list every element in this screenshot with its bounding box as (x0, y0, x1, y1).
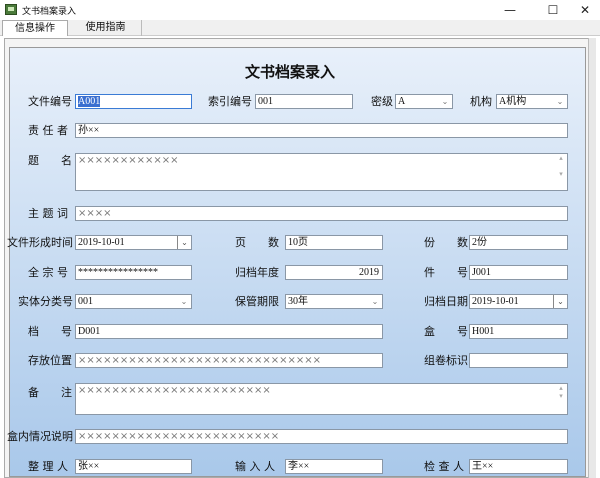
retention-select[interactable]: 30年 ⌄ (285, 294, 383, 309)
secret-select[interactable]: A ⌄ (395, 94, 453, 109)
textarea-scrollbar[interactable]: ▴ ▾ (555, 384, 567, 414)
pages-input[interactable]: 10页 (285, 235, 383, 250)
box-no-input[interactable]: H001 (469, 324, 568, 339)
chevron-down-icon[interactable]: ⌄ (438, 95, 452, 108)
subject-input[interactable]: ×××× (75, 206, 568, 221)
org-select[interactable]: A机构 ⌄ (496, 94, 568, 109)
maximize-button[interactable]: ☐ (538, 0, 568, 20)
archive-date-picker[interactable]: 2019-10-01 ⌄ (469, 294, 568, 309)
entity-class-select[interactable]: 001 ⌄ (75, 294, 192, 309)
volume-id-input[interactable] (469, 353, 568, 368)
entity-class-label: 实体分类号 (18, 295, 73, 308)
chevron-down-icon[interactable]: ⌄ (368, 295, 382, 308)
inputter-input[interactable]: 李×× (285, 459, 383, 474)
file-no-label: 文件编号 (28, 95, 72, 108)
remarks-label: 备 注 (28, 386, 72, 399)
chevron-down-icon[interactable]: ⌄ (553, 95, 567, 108)
checker-input[interactable]: 王×× (469, 459, 568, 474)
form-date-label: 文件形成时间 (7, 236, 73, 249)
subject-label: 主 题 词 (28, 207, 68, 220)
org-label: 机构 (470, 95, 492, 108)
location-input[interactable]: ××××××××××××××××××××××××××××× (75, 353, 383, 368)
checker-label: 检 查 人 (424, 460, 464, 473)
minimize-button[interactable]: — (495, 0, 525, 20)
archive-no-label: 档 号 (28, 325, 72, 338)
fonds-no-input[interactable]: **************** (75, 265, 192, 280)
file-no-input[interactable]: A001 (75, 94, 192, 109)
archive-year-label: 归档年度 (235, 266, 279, 279)
location-label: 存放位置 (28, 354, 72, 367)
organizer-input[interactable]: 张×× (75, 459, 192, 474)
secret-label: 密级 (371, 95, 393, 108)
archive-no-input[interactable]: D001 (75, 324, 383, 339)
file-no-value: A001 (78, 96, 101, 107)
tab-info-operation[interactable]: 信息操作 (2, 20, 68, 36)
calendar-dropdown-icon[interactable]: ⌄ (177, 236, 191, 249)
responsible-input[interactable]: 孙×× (75, 123, 568, 138)
textarea-scrollbar[interactable]: ▴ ▾ (555, 154, 567, 190)
box-no-label: 盒 号 (424, 325, 468, 338)
remarks-value: ××××××××××××××××××××××× (78, 385, 271, 396)
organizer-label: 整 理 人 (28, 460, 68, 473)
box-desc-label: 盒内情况说明 (7, 430, 73, 443)
item-no-input[interactable]: J001 (469, 265, 568, 280)
form-date-picker[interactable]: 2019-10-01 ⌄ (75, 235, 192, 250)
remarks-textarea[interactable]: ××××××××××××××××××××××× ▴ ▾ (75, 383, 568, 415)
index-no-label: 索引编号 (208, 95, 252, 108)
fonds-no-label: 全 宗 号 (28, 266, 68, 279)
chevron-down-icon[interactable]: ⌄ (177, 295, 191, 308)
title-label: 题 名 (28, 154, 72, 167)
box-desc-input[interactable]: ×××××××××××××××××××××××× (75, 429, 568, 444)
inputter-label: 输 入 人 (235, 460, 275, 473)
archive-year-input[interactable]: 2019 (285, 265, 383, 280)
form-title: 文书档案录入 (244, 63, 335, 81)
app-icon (5, 4, 17, 15)
entity-class-value: 001 (78, 296, 93, 307)
retention-label: 保管期限 (235, 295, 279, 308)
index-no-input[interactable]: 001 (255, 94, 353, 109)
close-button[interactable]: ✕ (570, 0, 600, 20)
window-title: 文书档案录入 (22, 7, 77, 17)
copies-label: 份 数 (424, 236, 468, 249)
org-value: A机构 (499, 96, 527, 107)
volume-id-label: 组卷标识 (424, 354, 468, 367)
calendar-dropdown-icon[interactable]: ⌄ (553, 295, 567, 308)
tab-user-guide[interactable]: 使用指南 (70, 20, 142, 36)
title-value: ×××××××××××× (78, 155, 179, 166)
copies-input[interactable]: 2份 (469, 235, 568, 250)
vertical-scrollbar[interactable] (588, 38, 596, 478)
secret-value: A (398, 96, 406, 107)
responsible-label: 责 任 者 (28, 124, 68, 137)
archive-date-value: 2019-10-01 (472, 296, 519, 307)
retention-value: 30年 (288, 296, 308, 307)
title-textarea[interactable]: ×××××××××××× ▴ ▾ (75, 153, 568, 191)
form-date-value: 2019-10-01 (78, 237, 125, 248)
item-no-label: 件 号 (424, 266, 468, 279)
archive-date-label: 归档日期 (424, 295, 468, 308)
pages-label: 页 数 (235, 236, 279, 249)
